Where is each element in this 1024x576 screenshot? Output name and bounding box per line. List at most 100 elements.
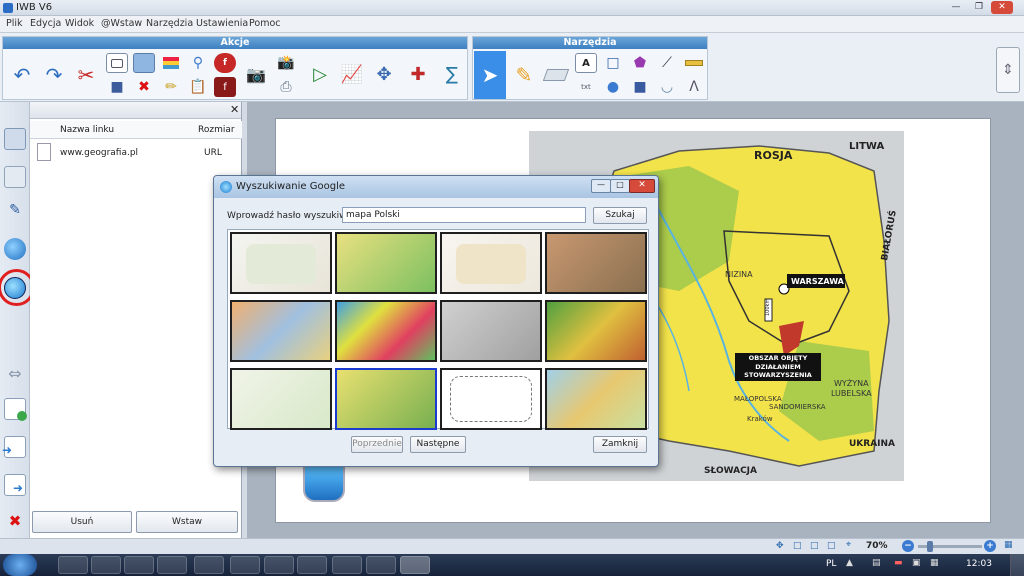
taskbar-app-folder[interactable] — [124, 556, 154, 574]
page-width-icon[interactable]: □ — [793, 541, 802, 551]
result-thumbnail[interactable] — [230, 300, 332, 362]
links-globe-icon[interactable] — [4, 238, 26, 260]
zoom-out-icon[interactable]: − — [902, 540, 914, 552]
panel-close-icon[interactable]: ✕ — [230, 103, 239, 116]
start-button[interactable] — [3, 554, 37, 576]
result-thumbnail[interactable] — [545, 300, 647, 362]
add-page-icon[interactable] — [4, 398, 27, 421]
pages-icon[interactable] — [4, 128, 26, 150]
taskbar-app-pdf[interactable] — [157, 556, 187, 574]
menu-file[interactable]: Plik — [6, 18, 23, 29]
page-height-icon[interactable]: □ — [810, 541, 819, 551]
capture-icon[interactable]: 📸 — [275, 53, 297, 73]
dialog-close-icon[interactable]: ✕ — [629, 179, 655, 193]
fill-icon[interactable]: ● — [602, 77, 624, 97]
recycle-bin-icon[interactable] — [303, 464, 345, 502]
grid-icon[interactable]: ▦ — [1004, 540, 1013, 550]
line-tool-icon[interactable]: ⟋ — [656, 53, 678, 73]
result-thumbnail[interactable] — [545, 232, 647, 294]
move-icon[interactable]: ✥ — [369, 52, 399, 98]
formula-icon[interactable]: ∑ — [437, 52, 467, 98]
delete-page-icon[interactable]: ✖ — [4, 512, 26, 534]
menu-help[interactable]: Pomoc — [249, 18, 281, 29]
save-icon[interactable]: ■ — [106, 77, 128, 97]
text-speak-icon[interactable]: txt — [575, 77, 597, 97]
camera-icon[interactable]: 📷 — [241, 52, 271, 98]
taskbar-app-media[interactable] — [91, 556, 121, 574]
next-button[interactable]: Następne — [410, 436, 466, 453]
taskbar-app-skype[interactable] — [194, 556, 224, 574]
import-page-icon[interactable]: ➜ — [2, 436, 26, 458]
clock[interactable]: 12:03 — [966, 559, 992, 569]
google-search-icon[interactable] — [4, 277, 26, 299]
result-thumbnail[interactable] — [335, 368, 437, 430]
flash-icon[interactable]: f — [214, 53, 236, 73]
text-tool-icon[interactable]: A — [575, 53, 597, 73]
taskbar-app-tools[interactable] — [366, 556, 396, 574]
menu-insert[interactable]: @Wstaw — [101, 18, 142, 29]
col-size-header[interactable]: Rozmiar — [198, 125, 235, 135]
zoom-fit-icon[interactable]: ⌖ — [846, 540, 851, 550]
ruler-icon[interactable] — [683, 53, 705, 73]
export-page-icon[interactable]: ➜ — [4, 474, 26, 496]
chart-icon[interactable]: 📈 — [337, 52, 367, 98]
dialog-close-button[interactable]: Zamknij — [593, 436, 647, 453]
result-thumbnail[interactable] — [335, 300, 437, 362]
taskbar-app-explorer[interactable] — [58, 556, 88, 574]
shapes-icon[interactable]: ■ — [629, 77, 651, 97]
close-icon[interactable]: ✕ — [991, 1, 1013, 14]
select-tool-icon[interactable]: ➤ — [474, 51, 506, 99]
display-icon[interactable]: ▣ — [912, 558, 921, 568]
menu-tools[interactable]: Narzędzia — [146, 18, 193, 29]
result-thumbnail[interactable] — [230, 232, 332, 294]
zoom-in-icon[interactable]: + — [984, 540, 996, 552]
undo-icon[interactable]: ↶ — [7, 52, 37, 98]
scanner-icon[interactable]: ⎙ — [275, 77, 297, 97]
swap-side-icon[interactable]: ⇔ — [4, 364, 26, 386]
menu-view[interactable]: Widok — [65, 18, 94, 29]
taskbar-app-firefox[interactable] — [297, 556, 327, 574]
compass-icon[interactable]: Λ — [683, 77, 705, 97]
menu-edit[interactable]: Edycja — [30, 18, 61, 29]
pen-tool-icon[interactable]: ✎ — [509, 52, 539, 98]
table-row[interactable]: www.geografia.pl URL — [30, 139, 242, 167]
dialog-minimize-icon[interactable]: — — [591, 179, 611, 193]
tray-icon[interactable]: ▲ — [846, 558, 853, 568]
zoom-slider-thumb[interactable] — [927, 541, 933, 552]
result-thumbnail[interactable] — [545, 368, 647, 430]
new-page-icon[interactable] — [106, 53, 128, 73]
result-thumbnail[interactable] — [440, 368, 542, 430]
taskbar-app-monitor[interactable] — [230, 556, 260, 574]
delete-icon[interactable]: ✖ — [133, 77, 155, 97]
properties-icon[interactable]: ✎ — [4, 202, 26, 224]
gallery-icon[interactable] — [4, 166, 26, 188]
minimize-icon[interactable]: — — [945, 1, 967, 14]
paste-icon[interactable]: 📋 — [187, 77, 209, 97]
volume-icon[interactable]: ▬ — [894, 558, 903, 568]
show-desktop-button[interactable] — [1010, 554, 1024, 576]
redo-icon[interactable]: ↷ — [39, 52, 69, 98]
polygon-icon[interactable]: ⬟ — [629, 53, 651, 73]
result-thumbnail[interactable] — [230, 368, 332, 430]
media-icon[interactable]: ▷ — [305, 52, 335, 98]
fit-icon[interactable]: ✥ — [776, 541, 784, 551]
insert-button[interactable]: Wstaw — [136, 511, 238, 533]
col-name-header[interactable]: Nazwa linku — [60, 125, 114, 135]
network-icon[interactable]: ▤ — [872, 558, 881, 568]
flash-insert-icon[interactable]: f — [214, 77, 236, 97]
toolbar-dock-icon[interactable]: ⇕ — [996, 47, 1020, 93]
cut-icon[interactable]: ✂ — [71, 52, 101, 98]
result-thumbnail[interactable] — [440, 232, 542, 294]
result-thumbnail[interactable] — [440, 300, 542, 362]
battery-icon[interactable]: ▦ — [930, 558, 939, 568]
search-input[interactable]: mapa Polski — [342, 207, 586, 223]
slides-icon[interactable] — [160, 53, 182, 73]
full-page-icon[interactable]: □ — [827, 541, 836, 551]
axes-icon[interactable]: ✚ — [403, 52, 433, 98]
search-button[interactable]: Szukaj — [593, 207, 647, 224]
menu-settings[interactable]: Ustawienia — [196, 18, 248, 29]
taskbar-app-chrome[interactable] — [264, 556, 294, 574]
brush-icon[interactable]: ✏ — [160, 77, 182, 97]
image-icon[interactable] — [133, 53, 155, 73]
result-thumbnail[interactable] — [335, 232, 437, 294]
